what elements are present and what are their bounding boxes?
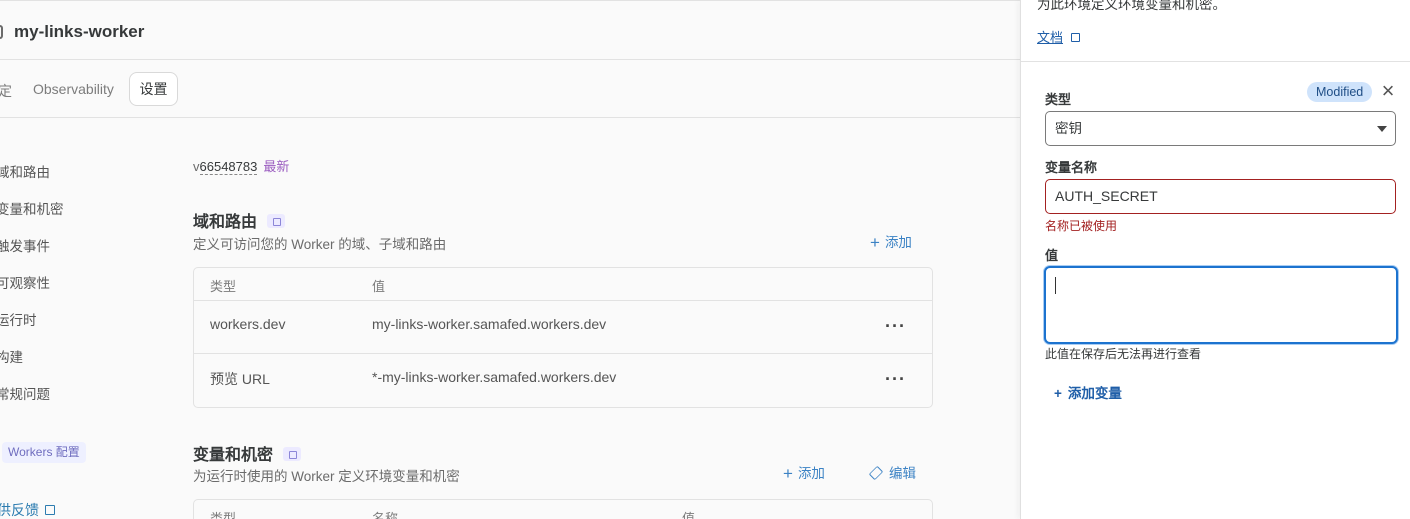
row-value: *-my-links-worker.samafed.workers.dev xyxy=(372,369,617,385)
variable-drawer: 为此环境定义环境变量和机密。 文档 类型 Modified × 密钥 变量名称 … xyxy=(1020,0,1410,519)
row-value: my-links-worker.samafed.workers.dev xyxy=(372,316,607,332)
value-hint: 此值在保存后无法再进行查看 xyxy=(1045,347,1202,361)
text-cursor xyxy=(1055,277,1056,294)
type-select-value: 密钥 xyxy=(1055,121,1082,136)
sidebar-item-domains[interactable]: 域和路由 xyxy=(0,161,50,181)
plus-icon: + xyxy=(1054,386,1062,401)
chevron-down-icon xyxy=(1377,126,1387,132)
feedback-link[interactable]: 供反馈 xyxy=(0,500,55,519)
table-header: 类型 名称 值 xyxy=(194,500,932,519)
feedback-label: 供反馈 xyxy=(0,502,39,518)
domains-section-title: 域和路由 xyxy=(193,208,286,232)
add-variable-button[interactable]: + 添加 xyxy=(783,462,825,484)
column-name: 名称 xyxy=(372,511,399,519)
add-domain-button[interactable]: + 添加 xyxy=(870,231,912,253)
docs-book-icon[interactable] xyxy=(267,214,286,228)
add-variable-label: 添加 xyxy=(797,466,825,481)
plus-icon: + xyxy=(783,464,793,483)
pencil-icon xyxy=(868,465,884,481)
domains-table: 类型 值 workers.dev my-links-worker.samafed… xyxy=(193,267,933,408)
table-header: 类型 值 xyxy=(194,268,932,301)
domains-title-text: 域和路由 xyxy=(193,214,258,231)
domains-subtitle: 定义可访问您的 Worker 的域、子域和路由 xyxy=(193,237,447,252)
external-link-icon xyxy=(1071,33,1081,42)
column-type: 类型 xyxy=(210,279,237,294)
more-actions-icon[interactable]: ··· xyxy=(885,369,906,390)
worker-title: my-links-worker xyxy=(14,22,145,41)
edit-variables-button[interactable]: 编辑 xyxy=(868,462,916,482)
more-actions-icon[interactable]: ··· xyxy=(885,316,906,337)
edit-label: 编辑 xyxy=(889,466,916,481)
variable-value-input[interactable] xyxy=(1044,266,1398,344)
close-icon[interactable]: × xyxy=(1379,80,1397,102)
worker-icon xyxy=(0,25,3,39)
docs-book-icon[interactable] xyxy=(283,447,302,461)
row-type: workers.dev xyxy=(210,316,286,332)
sidebar-item-runtime[interactable]: 运行时 xyxy=(0,309,37,329)
column-value: 值 xyxy=(682,511,696,519)
variables-subtitle: 为运行时使用的 Worker 定义环境变量和机密 xyxy=(193,469,460,484)
row-type: 预览 URL xyxy=(210,371,270,387)
version-info: v66548783 最新 xyxy=(193,156,289,175)
add-variable-button[interactable]: + 添加变量 xyxy=(1054,382,1122,402)
variables-title-text: 变量和机密 xyxy=(193,447,274,464)
tab-deployments[interactable]: 定 xyxy=(0,81,12,101)
divider xyxy=(1021,61,1410,62)
tab-observability[interactable]: Observability xyxy=(33,81,114,97)
table-row: workers.dev my-links-worker.samafed.work… xyxy=(194,301,932,354)
docs-link[interactable]: 文档 xyxy=(1037,27,1081,46)
external-link-icon xyxy=(45,505,55,515)
tab-settings[interactable]: 设置 xyxy=(129,72,178,106)
sidebar-item-triggers[interactable]: 触发事件 xyxy=(0,235,50,255)
latest-badge: 最新 xyxy=(263,159,290,174)
add-domain-label: 添加 xyxy=(884,235,912,250)
sidebar-item-general[interactable]: 常规问题 xyxy=(0,383,50,403)
table-row: 预览 URL *-my-links-worker.samafed.workers… xyxy=(194,354,932,407)
value-label: 值 xyxy=(1045,248,1059,263)
workers-config-badge[interactable]: Workers 配置 xyxy=(2,442,86,463)
type-label: 类型 xyxy=(1045,92,1072,107)
sidebar-item-observability[interactable]: 可观察性 xyxy=(0,272,50,292)
name-label: 变量名称 xyxy=(1045,160,1098,175)
column-type: 类型 xyxy=(210,511,237,519)
variable-name-input[interactable]: AUTH_SECRET xyxy=(1045,179,1396,214)
variables-section-title: 变量和机密 xyxy=(193,441,302,465)
variables-table: 类型 名称 值 xyxy=(193,499,933,519)
plus-icon: + xyxy=(870,233,880,252)
sidebar-item-variables[interactable]: 变量和机密 xyxy=(0,198,64,218)
version-prefix: v xyxy=(193,159,200,174)
column-value: 值 xyxy=(372,279,386,294)
version-number[interactable]: 66548783 xyxy=(199,159,258,175)
modified-badge: Modified xyxy=(1307,82,1373,102)
sidebar-item-build[interactable]: 构建 xyxy=(0,346,23,366)
docs-link-label: 文档 xyxy=(1037,30,1064,45)
name-error-message: 名称已被使用 xyxy=(1045,219,1118,233)
type-select[interactable]: 密钥 xyxy=(1045,111,1396,146)
drawer-description: 为此环境定义环境变量和机密。 xyxy=(1037,0,1226,12)
add-variable-label: 添加变量 xyxy=(1067,386,1122,401)
